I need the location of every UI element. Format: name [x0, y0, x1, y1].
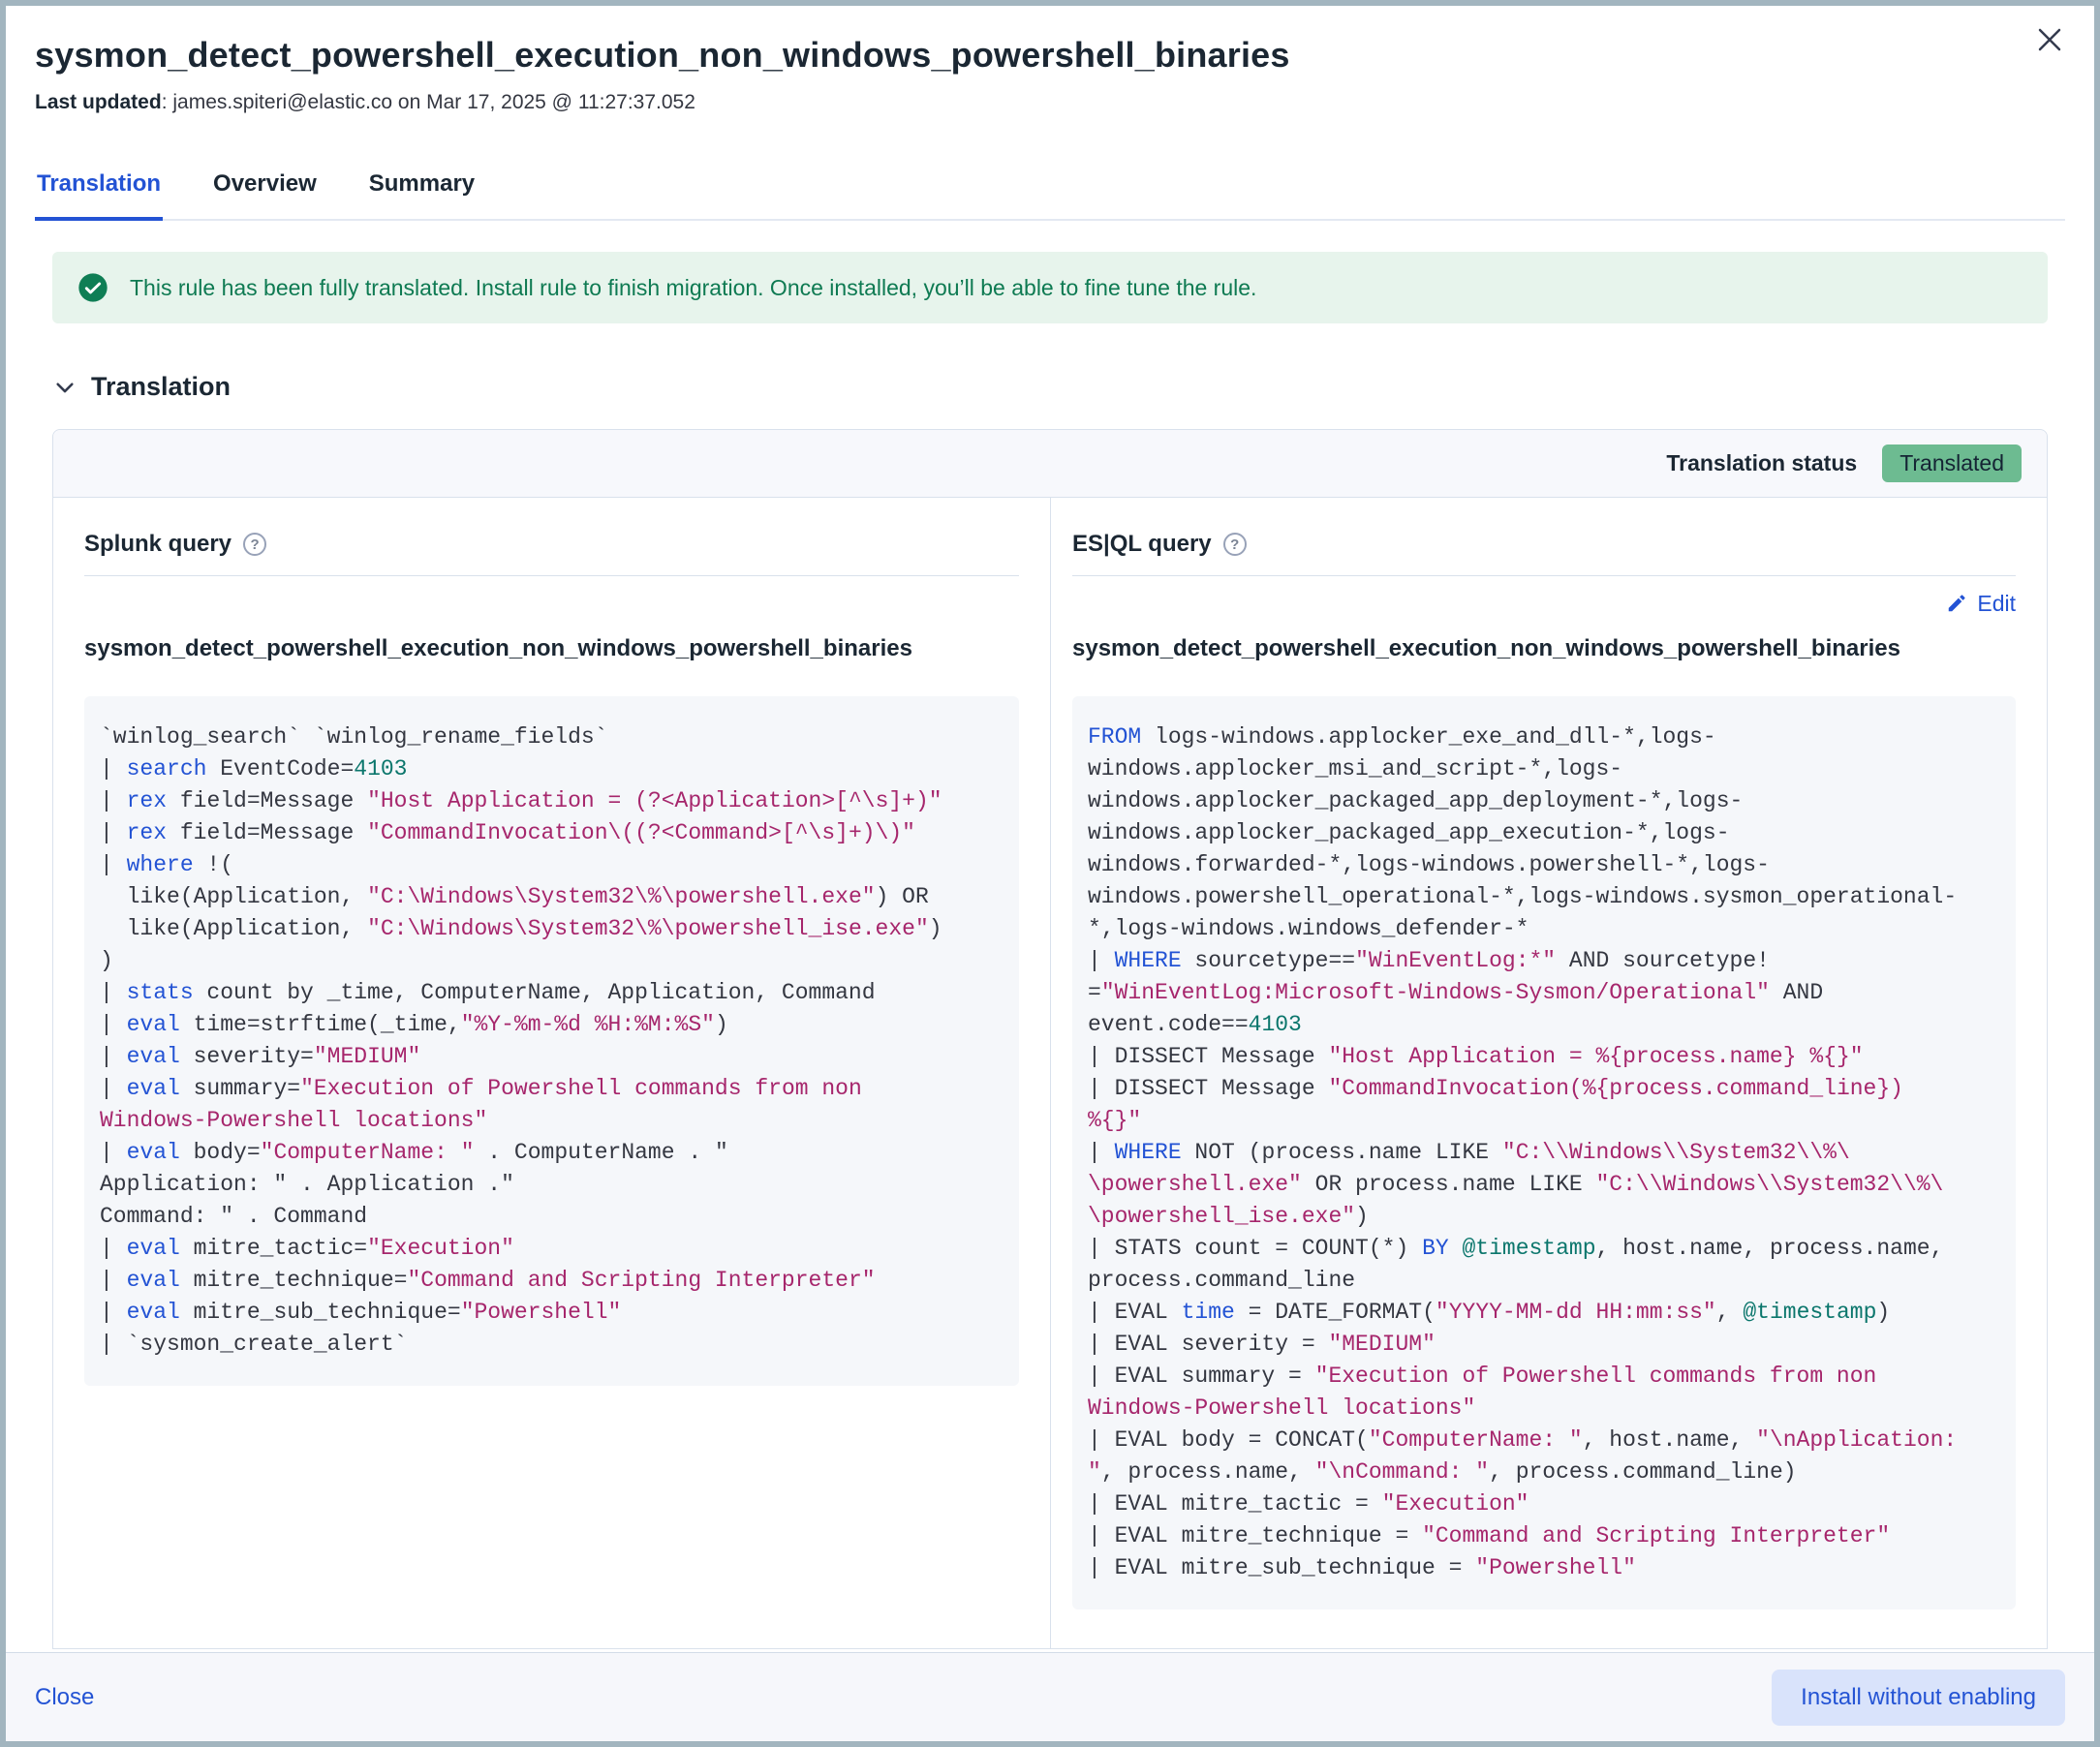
- translation-status-row: Translation status Translated: [53, 430, 2047, 498]
- query-columns: Splunk query ? sysmon_detect_powershell_…: [53, 498, 2047, 1648]
- esql-toolbar-row: Edit: [1072, 576, 2016, 630]
- tab-translation[interactable]: Translation: [35, 165, 163, 219]
- tab-summary[interactable]: Summary: [367, 165, 477, 219]
- splunk-query-column: Splunk query ? sysmon_detect_powershell_…: [53, 498, 1050, 1648]
- success-callout: This rule has been fully translated. Ins…: [52, 252, 2048, 323]
- splunk-query-code: `winlog_search` `winlog_rename_fields` |…: [84, 696, 1019, 1386]
- flyout-body: This rule has been fully translated. Ins…: [6, 252, 2094, 1649]
- close-icon[interactable]: [2030, 21, 2069, 60]
- esql-query-header: ES|QL query ?: [1072, 531, 2016, 576]
- status-badge: Translated: [1882, 444, 2022, 482]
- edit-label: Edit: [1977, 591, 2016, 617]
- splunk-query-header: Splunk query ?: [84, 531, 1019, 576]
- flyout-scroll-area[interactable]: sysmon_detect_powershell_execution_non_w…: [6, 6, 2094, 1652]
- splunk-rule-name: sysmon_detect_powershell_execution_non_w…: [84, 630, 1019, 667]
- esql-query-column: ES|QL query ? Edit sysmon_detect_pow: [1050, 498, 2047, 1648]
- last-updated: Last updated: james.spiteri@elastic.co o…: [35, 91, 2065, 114]
- esql-query-code: FROM logs-windows.applocker_exe_and_dll-…: [1072, 696, 2016, 1609]
- last-updated-label: Last updated: [35, 91, 162, 113]
- rule-migration-flyout: sysmon_detect_powershell_execution_non_w…: [0, 0, 2100, 1747]
- section-title: Translation: [91, 372, 231, 402]
- help-icon[interactable]: ?: [1223, 533, 1247, 556]
- esql-rule-name: sysmon_detect_powershell_execution_non_w…: [1072, 630, 2016, 667]
- translation-accordion-toggle[interactable]: Translation: [52, 372, 2048, 402]
- close-button[interactable]: Close: [35, 1684, 94, 1711]
- translation-status-label: Translation status: [1666, 450, 1857, 476]
- pencil-icon: [1946, 593, 1967, 614]
- callout-message: This rule has been fully translated. Ins…: [130, 275, 1256, 301]
- chevron-down-icon: [52, 375, 77, 400]
- check-circle-icon: [77, 272, 108, 303]
- translation-panel: Translation status Translated Splunk que…: [52, 429, 2048, 1649]
- last-updated-value: : james.spiteri@elastic.co on Mar 17, 20…: [162, 91, 695, 113]
- tab-bar: Translation Overview Summary: [35, 165, 2065, 221]
- install-without-enabling-button[interactable]: Install without enabling: [1772, 1670, 2065, 1726]
- splunk-query-title: Splunk query: [84, 531, 232, 558]
- flyout-header: sysmon_detect_powershell_execution_non_w…: [6, 6, 2094, 221]
- flyout-footer: Close Install without enabling: [6, 1652, 2094, 1741]
- esql-query-title: ES|QL query: [1072, 531, 1212, 558]
- edit-button[interactable]: Edit: [1946, 591, 2016, 617]
- help-icon[interactable]: ?: [243, 533, 266, 556]
- tab-overview[interactable]: Overview: [211, 165, 319, 219]
- splunk-toolbar-row: [84, 576, 1019, 630]
- page-title: sysmon_detect_powershell_execution_non_w…: [35, 35, 2065, 76]
